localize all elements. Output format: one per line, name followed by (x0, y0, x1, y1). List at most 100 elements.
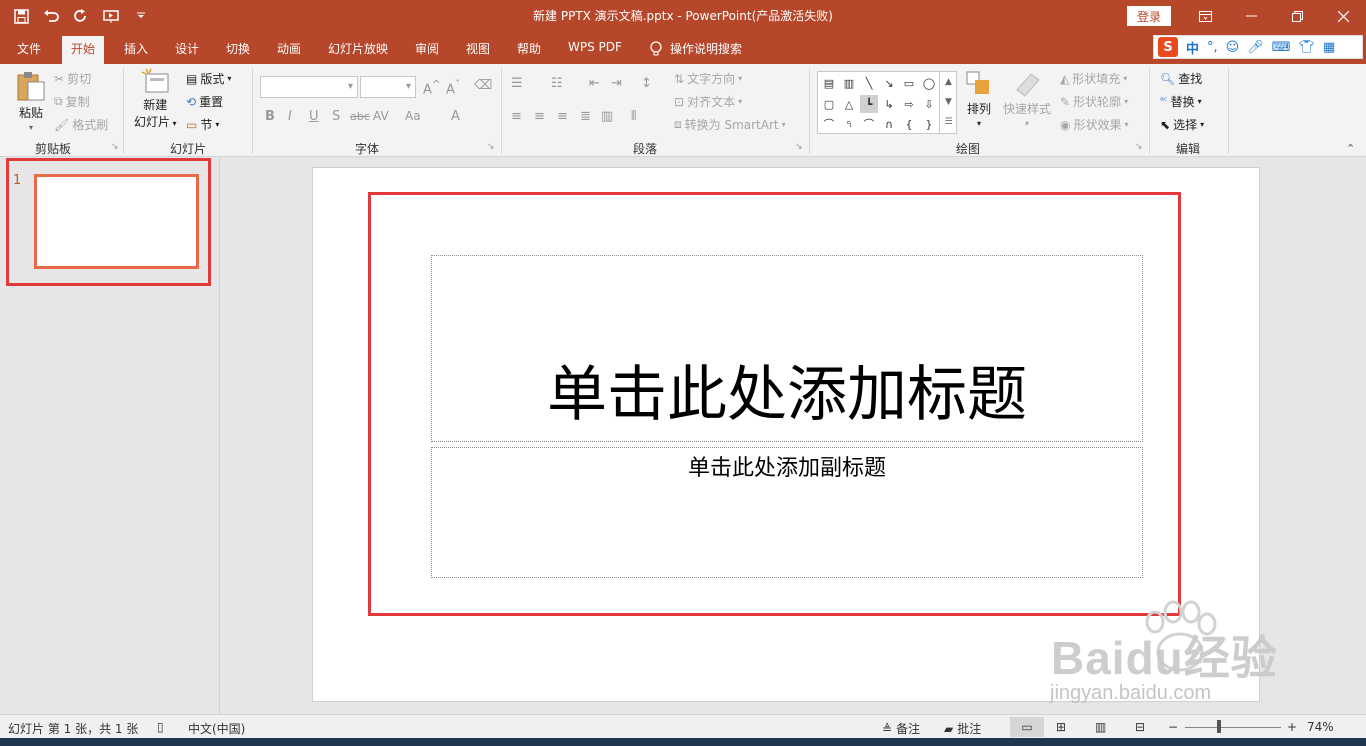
spellcheck-icon[interactable]: ▯ (157, 720, 164, 734)
notes-button[interactable]: ≜ 备注 (882, 720, 920, 737)
tab-slideshow[interactable]: 幻灯片放映 (328, 40, 388, 57)
cut-button[interactable]: ✂ 剪切 (54, 70, 91, 87)
tab-animations[interactable]: 动画 (277, 40, 301, 57)
redo-icon[interactable] (68, 4, 94, 28)
ribbon-display-options-icon[interactable] (1182, 0, 1228, 32)
save-icon[interactable] (8, 4, 34, 28)
close-icon[interactable] (1320, 0, 1366, 32)
minimize-icon[interactable] (1228, 0, 1274, 32)
shape-effects-button[interactable]: ◉ 形状效果 ▾ (1060, 116, 1129, 133)
tell-me-search[interactable]: 操作说明搜索 (650, 40, 742, 57)
font-name-combo[interactable]: ▾ (260, 76, 358, 98)
tab-insert[interactable]: 插入 (124, 40, 148, 57)
arrange-button[interactable]: 排列 ▾ (965, 70, 993, 128)
replace-button[interactable]: ᵃᶜ 替换 ▾ (1160, 93, 1202, 110)
zoom-in-button[interactable]: + (1287, 720, 1297, 734)
present-from-start-icon[interactable] (98, 4, 124, 28)
shape-right-brace-icon[interactable]: } (920, 115, 938, 133)
find-button[interactable]: 🔍︎ 查找 (1160, 70, 1202, 87)
shape-arrow-line-icon[interactable]: ↘ (880, 74, 898, 92)
ime-voice-icon[interactable]: 🎤︎ (1247, 40, 1264, 55)
shape-triangle-icon[interactable]: △ (840, 95, 858, 113)
ime-menu-icon[interactable]: ▦ (1323, 40, 1335, 55)
shape-rectangle-icon[interactable]: ▭ (900, 74, 918, 92)
copy-button[interactable]: ⧉ 复制 (54, 93, 90, 110)
section-button[interactable]: ▭ 节 ▾ (186, 116, 219, 133)
tab-help[interactable]: 帮助 (517, 40, 541, 57)
increase-font-icon[interactable]: A^ (423, 78, 441, 97)
format-painter-button[interactable]: 🖌︎ 格式刷 (54, 116, 108, 133)
customize-qat-icon[interactable] (128, 4, 154, 28)
reset-button[interactable]: ⟲ 重置 (186, 93, 223, 110)
shape-left-brace-icon[interactable]: { (900, 115, 918, 133)
distributed-icon[interactable]: ▥ (601, 109, 613, 124)
strikethrough-button[interactable]: abc (350, 110, 370, 123)
select-button[interactable]: ⬉ 选择 ▾ (1160, 116, 1204, 133)
zoom-slider-thumb[interactable] (1217, 720, 1221, 733)
quick-styles-button[interactable]: 快速样式 ▾ (1003, 70, 1051, 128)
ime-keyboard-icon[interactable]: ⌨ (1272, 40, 1291, 55)
drawing-launcher-icon[interactable]: ↘ (1135, 142, 1143, 152)
shape-textbox-icon[interactable]: ▤ (820, 74, 838, 92)
underline-button[interactable]: U (309, 109, 319, 124)
ime-punct-icon[interactable]: °, (1207, 40, 1218, 55)
shape-freeform-icon[interactable]: ⌒ (820, 115, 838, 133)
justify-icon[interactable]: ≣ (580, 109, 591, 124)
shape-outline-button[interactable]: ✎ 形状轮廓 ▾ (1060, 93, 1128, 110)
font-size-combo[interactable]: ▾ (360, 76, 416, 98)
zoom-slider[interactable] (1185, 727, 1281, 728)
font-color-button[interactable]: A (451, 109, 460, 124)
shape-right-arrow-icon[interactable]: ⇨ (900, 95, 918, 113)
comments-button[interactable]: ▰ 批注 (944, 720, 981, 737)
font-launcher-icon[interactable]: ↘ (487, 142, 495, 152)
layout-button[interactable]: ▤ 版式 ▾ (186, 70, 231, 87)
zoom-level[interactable]: 74% (1307, 720, 1334, 734)
shape-down-arrow-icon[interactable]: ⇩ (920, 95, 938, 113)
shadow-button[interactable]: S (332, 109, 340, 124)
shape-vertical-textbox-icon[interactable]: ▥ (840, 74, 858, 92)
new-slide-button[interactable]: 新建 幻灯片 ▾ (134, 68, 177, 130)
collapse-ribbon-icon[interactable]: ⌃ (1346, 142, 1355, 155)
tab-wps-pdf[interactable]: WPS PDF (568, 40, 622, 54)
tab-transitions[interactable]: 切换 (226, 40, 250, 57)
paste-button[interactable]: 粘贴 ▾ (16, 70, 46, 132)
slideshow-view-icon[interactable]: ⊟ (1135, 720, 1145, 734)
slide-sorter-icon[interactable]: ⊞ (1056, 720, 1066, 734)
shape-curve-icon[interactable]: ∩ (880, 115, 898, 133)
align-right-icon[interactable]: ≡ (557, 109, 568, 124)
align-center-icon[interactable]: ≡ (534, 109, 545, 124)
shape-scribble-icon[interactable]: ঀ (840, 115, 858, 133)
login-button[interactable]: 登录 (1127, 6, 1171, 26)
shape-line-icon[interactable]: ╲ (860, 74, 878, 92)
tab-design[interactable]: 设计 (175, 40, 199, 57)
tab-home[interactable]: 开始 (62, 36, 105, 64)
shape-rounded-rect-icon[interactable]: ▢ (820, 95, 838, 113)
shapes-scroll-icon[interactable]: ▲ ▼ ☰ (939, 72, 957, 133)
ime-emoji-icon[interactable]: ☺ (1226, 40, 1240, 55)
convert-smartart-button[interactable]: ⧈ 转换为 SmartArt ▾ (674, 116, 786, 133)
text-direction-button[interactable]: ⇅ 文字方向 ▾ (674, 70, 742, 87)
shape-arc-icon[interactable]: ⌒ (860, 115, 878, 133)
align-left-icon[interactable]: ≡ (511, 109, 522, 124)
zoom-out-button[interactable]: − (1168, 720, 1178, 734)
columns-icon[interactable]: ⫴ (631, 109, 636, 124)
undo-icon[interactable] (38, 4, 64, 28)
bullets-icon[interactable]: ☰ (511, 76, 523, 91)
shape-oval-icon[interactable]: ◯ (920, 74, 938, 92)
line-spacing-icon[interactable]: ↕ (641, 76, 652, 91)
ime-skin-icon[interactable]: 👕︎ (1299, 40, 1316, 55)
decrease-indent-icon[interactable]: ⇤ (589, 76, 600, 91)
change-case-button[interactable]: Aa (405, 109, 421, 123)
shape-fill-button[interactable]: ◭ 形状填充 ▾ (1060, 70, 1127, 87)
character-spacing-button[interactable]: AV (373, 109, 389, 123)
shape-elbow-arrow-icon[interactable]: ↳ (880, 95, 898, 113)
tab-view[interactable]: 视图 (466, 40, 490, 57)
clear-formatting-icon[interactable]: ⌫ (474, 78, 492, 93)
normal-view-icon[interactable]: ▭ (1010, 717, 1044, 737)
tab-file[interactable]: 文件 (17, 40, 41, 57)
increase-indent-icon[interactable]: ⇥ (611, 76, 622, 91)
tab-review[interactable]: 审阅 (415, 40, 439, 57)
bold-button[interactable]: B (265, 109, 275, 124)
reading-view-icon[interactable]: ▥ (1095, 720, 1106, 734)
clipboard-launcher-icon[interactable]: ↘ (111, 142, 119, 152)
